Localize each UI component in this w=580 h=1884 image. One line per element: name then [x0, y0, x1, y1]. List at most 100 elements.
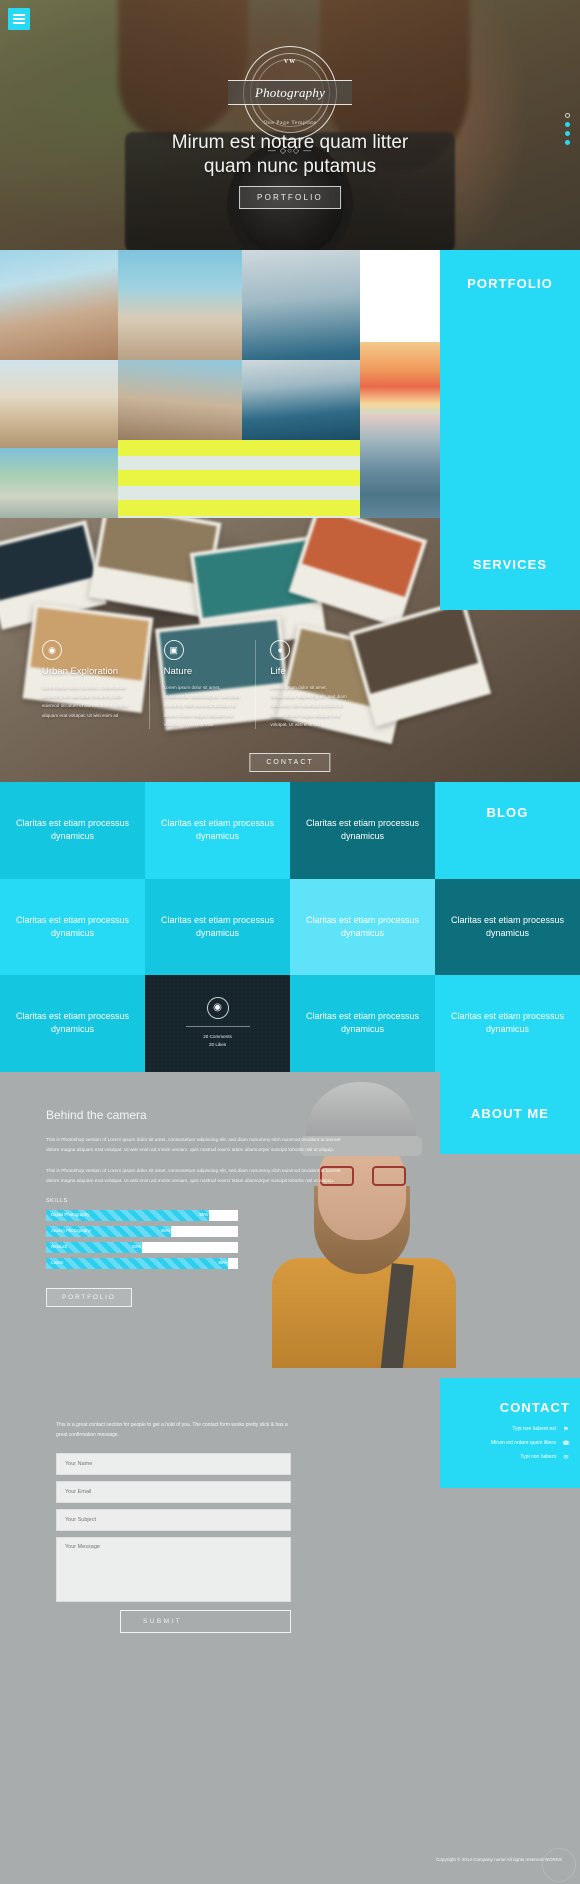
- skill-fill: [46, 1258, 229, 1270]
- envelope-icon: ✉: [563, 1454, 569, 1461]
- skill-bar-digital-photography: Digital Photography 85%: [46, 1210, 238, 1222]
- hamburger-bar: [13, 22, 25, 24]
- video-camera-icon: ▣: [163, 640, 184, 660]
- subject-field[interactable]: [56, 1509, 291, 1531]
- blog-post-tile[interactable]: Claritas est etiam processus dynamicus: [435, 878, 580, 976]
- section-nav-dots[interactable]: [565, 113, 570, 145]
- services-contact-button[interactable]: CONTACT: [249, 753, 331, 772]
- about-label: ABOUT ME: [440, 1072, 580, 1154]
- about-section: ABOUT ME Behind the camera This is Photo…: [0, 1072, 580, 1368]
- blog-post-tile[interactable]: Claritas est etiam processus dynamicus: [290, 782, 435, 879]
- hamburger-bar: [13, 14, 25, 16]
- contact-label-text: CONTACT: [499, 1400, 570, 1415]
- blog-post-tile[interactable]: Claritas est etiam processus dynamicus: [0, 878, 145, 976]
- watermark-logo: [542, 1848, 576, 1882]
- about-content: Behind the camera This is Photoshop vers…: [46, 1108, 346, 1308]
- contact-detail-address: Typi non habent est ⚑: [440, 1425, 570, 1433]
- service-item-nature: ▣ Nature Lorem ipsum dolor sit amet, con…: [148, 640, 256, 729]
- portfolio-label-text: PORTFOLIO: [467, 276, 553, 291]
- services-label-text: SERVICES: [472, 556, 548, 572]
- portfolio-tile-running-friends[interactable]: [0, 360, 118, 448]
- message-field[interactable]: [56, 1537, 291, 1602]
- page-title: Mirum est notare quam litter quam nunc p…: [0, 131, 580, 180]
- skill-bar-analog-photography: Analog Photography 65%: [46, 1226, 238, 1238]
- contact-detail-phone: Mirum est notare quam littera ☎: [440, 1439, 570, 1447]
- blog-post-tile[interactable]: Claritas est etiam processus dynamicus: [290, 878, 435, 976]
- blog-label: BLOG: [435, 782, 580, 879]
- contact-detail-text: Typi non habent: [520, 1454, 556, 1460]
- badge-top-text: VW: [283, 59, 297, 65]
- hamburger-bar: [13, 18, 25, 20]
- nav-dot-1[interactable]: [565, 113, 570, 118]
- portfolio-tile-hat-girl[interactable]: [118, 250, 242, 360]
- skill-name: Retouch: [51, 1244, 68, 1250]
- location-pin-icon: ⚑: [563, 1426, 569, 1433]
- blog-featured-tile[interactable]: ◉ 20 Comments 20 Likes: [145, 975, 290, 1072]
- contact-intro-text: This is a great contact section for peop…: [56, 1422, 288, 1438]
- skill-percent: 85%: [199, 1212, 209, 1218]
- badge-ribbon: Photography: [228, 80, 352, 105]
- contact-section: CONTACT Typi non habent est ⚑ Mirum est …: [0, 1368, 580, 1884]
- about-portfolio-button[interactable]: PORTFOLIO: [46, 1288, 132, 1308]
- skills-heading: SKILLS: [46, 1198, 68, 1205]
- service-item-urban-exploration: ◉ Urban Exploration Lorem ipsum dolor si…: [42, 640, 149, 729]
- service-title: Urban Exploration: [42, 666, 119, 677]
- camera-icon: ◉: [42, 640, 62, 660]
- contact-detail-text: Typi non habent est: [512, 1426, 556, 1432]
- submit-button[interactable]: SUBMIT: [120, 1610, 291, 1633]
- portfolio-tile-blonde-rock[interactable]: [0, 448, 118, 518]
- portfolio-tile-girls-running[interactable]: [118, 360, 242, 448]
- portfolio-label: PORTFOLIO: [440, 250, 580, 518]
- services-columns: ◉ Urban Exploration Lorem ipsum dolor si…: [42, 640, 362, 729]
- nav-dot-3[interactable]: [565, 131, 570, 136]
- name-field[interactable]: [56, 1453, 291, 1475]
- contact-label-panel: CONTACT Typi non habent est ⚑ Mirum est …: [440, 1378, 580, 1488]
- about-paragraph-1: This is Photoshop version of Lorem ipsum…: [46, 1138, 341, 1154]
- services-section: SERVICES ◉ Urban Exploration Lorem ipsum…: [0, 518, 580, 782]
- portfolio-tile-couple-boat[interactable]: [242, 360, 360, 448]
- portfolio-section: PORTFOLIO: [0, 250, 580, 518]
- about-label-text: ABOUT ME: [470, 1105, 550, 1121]
- likes-count: 20 Likes: [208, 1042, 227, 1048]
- comments-count: 20 Comments: [203, 1033, 232, 1039]
- contact-detail-email: Typi non habent ✉: [440, 1453, 570, 1461]
- about-heading: Behind the camera: [46, 1108, 147, 1122]
- skill-name: Analog Photography: [51, 1228, 91, 1234]
- portfolio-tile-surfer[interactable]: [360, 414, 440, 518]
- blog-post-tile[interactable]: Claritas est etiam processus dynamicus: [0, 782, 145, 879]
- skill-name: Digital Photography: [51, 1212, 90, 1218]
- contact-form: SUBMIT: [56, 1453, 291, 1633]
- divider: [185, 1025, 250, 1027]
- blog-post-tile[interactable]: Claritas est etiam processus dynamicus: [290, 975, 435, 1072]
- hero-section: VW Photography One Page Template — ◇○◇ —…: [0, 0, 580, 250]
- page-root: VW Photography One Page Template — ◇○◇ —…: [0, 0, 580, 1884]
- blog-post-tile[interactable]: Claritas est etiam processus dynamicus: [145, 782, 290, 879]
- service-title: Nature: [163, 666, 193, 677]
- hero-title-line1: Mirum est notare quam litter: [171, 132, 409, 153]
- portfolio-tile-sunset[interactable]: [360, 342, 440, 414]
- skill-percent: 65%: [160, 1228, 170, 1234]
- skill-bar-lorem: Lorem 95%: [46, 1258, 238, 1270]
- service-item-life: ● Life Lorem ipsum dolor sit amet, conse…: [255, 640, 362, 729]
- nav-dot-2[interactable]: [565, 122, 570, 127]
- hamburger-icon[interactable]: [8, 8, 30, 30]
- service-title: Life: [270, 666, 286, 677]
- blog-section: Claritas est etiam processus dynamicus C…: [0, 782, 580, 1072]
- portfolio-tile-friends-beach[interactable]: [0, 250, 118, 360]
- email-field[interactable]: [56, 1481, 291, 1503]
- portfolio-tile-yellow-stripes[interactable]: [118, 440, 360, 518]
- service-text: Lorem ipsum dolor sit amet, consectetuer…: [163, 685, 240, 727]
- blog-post-tile[interactable]: Claritas est etiam processus dynamicus: [145, 878, 290, 976]
- person-icon: ●: [270, 640, 291, 660]
- blog-post-tile[interactable]: Claritas est etiam processus dynamicus: [0, 975, 145, 1072]
- hero-title-line2: quam nunc putamus: [203, 156, 377, 178]
- skill-bar-retouch: Retouch 50%: [46, 1242, 238, 1254]
- phone-icon: ☎: [562, 1440, 570, 1447]
- blog-post-tile[interactable]: Claritas est etiam processus dynamicus: [435, 975, 580, 1072]
- skill-name: Lorem: [51, 1260, 64, 1266]
- nav-dot-4[interactable]: [565, 140, 570, 145]
- hero-portfolio-button[interactable]: PORTFOLIO: [239, 186, 341, 209]
- service-text: Lorem ipsum dolor sit amet, consectetuer…: [42, 685, 128, 718]
- services-label: SERVICES: [440, 518, 580, 610]
- skill-percent: 50%: [132, 1244, 141, 1250]
